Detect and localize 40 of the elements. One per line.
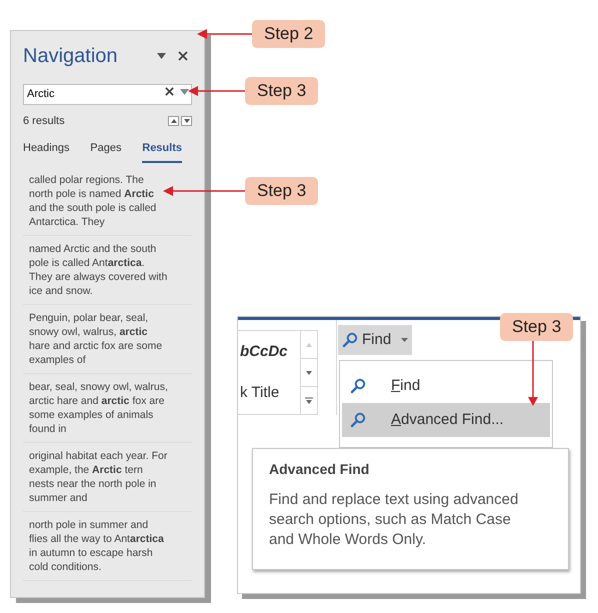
previous-result-button[interactable] [168,116,179,126]
style-sample[interactable]: bCcDc [240,340,300,363]
search-result[interactable]: named Arctic and the south pole is called Antarctica. They are always covered with ice and snow. [23,236,192,305]
down-icon [184,119,190,124]
tab[interactable]: Results [142,140,182,163]
dropdown-icon [401,338,408,342]
step-callout: Step 2 [252,20,326,48]
tooltip-title: Advanced Find [269,460,370,479]
next-result-button[interactable] [181,116,192,126]
step-callout: Step 3 [245,177,318,205]
menu-item[interactable]: Find [342,369,550,403]
find-button[interactable]: Find [338,325,412,355]
step-callout: Step 3 [245,77,318,105]
tab[interactable]: Headings [23,140,70,163]
search-field[interactable]: Arctic [23,84,192,104]
close-icon[interactable] [178,51,188,61]
style-sample[interactable]: k Title [240,382,300,404]
up-icon [170,119,176,124]
arrow [197,29,252,39]
dropdown-icon[interactable] [157,53,166,59]
search-icon [350,378,366,394]
tooltip-text: Find and replace text using advanced search options, such as Match Case and Whole Words Only. [269,490,520,550]
tab[interactable]: Pages [90,140,122,163]
style-gallery[interactable]: bCcDc k Title [238,330,318,415]
scroll-down-icon[interactable] [306,370,312,374]
menu-item[interactable]: Advanced Find... [342,403,550,437]
search-icon [350,412,366,428]
pane-title: Navigation [23,44,118,69]
search-result[interactable]: bear, seal, snowy owl, walrus, arctic hare and arctic fox are some examples of animals found in [23,374,192,443]
result-count: 6 results [23,114,65,129]
more-icon[interactable] [305,396,313,404]
search-result[interactable]: original habitat each year. For example, the Arctic tern nests near the north pole in summer and [23,443,192,512]
search-result[interactable]: Penguin, polar bear, seal, snowy owl, walrus, arctic hare and arctic fox are some examples of [23,305,192,374]
search-result[interactable]: north pole in summer and flies all the way to Antarctica in autumn to escape harsh cold conditions. [23,512,192,581]
arrow [528,340,538,406]
dropdown-icon[interactable] [180,88,189,94]
clear-icon[interactable] [165,87,174,96]
arrow [188,86,245,96]
search-icon [342,332,358,348]
step-callout: Step 3 [500,313,574,341]
